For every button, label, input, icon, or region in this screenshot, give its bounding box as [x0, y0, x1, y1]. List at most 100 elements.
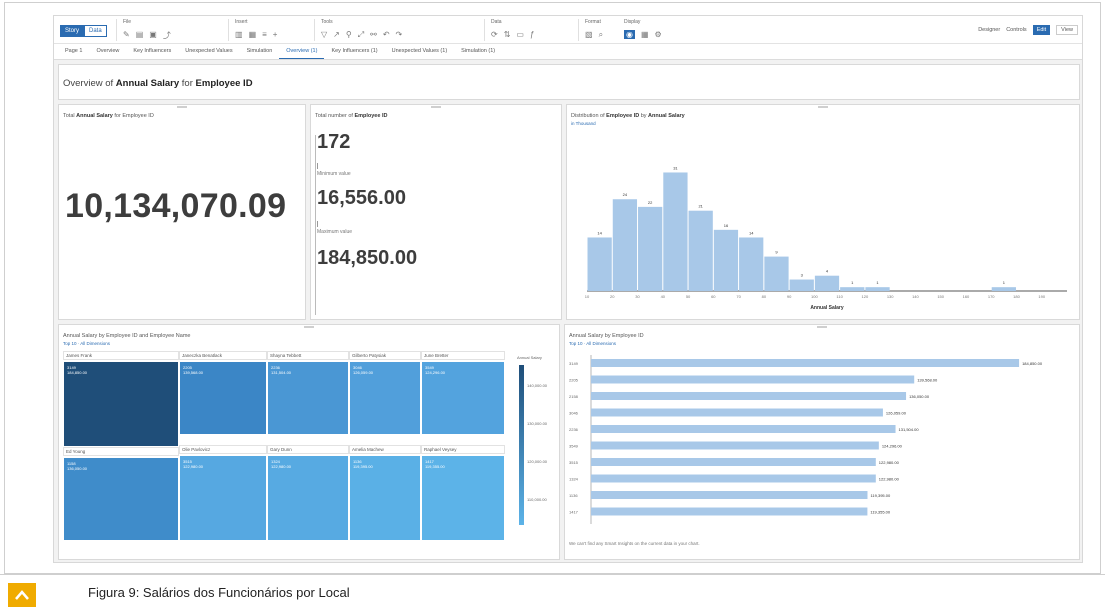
- insert-group-label: Insert: [235, 19, 248, 25]
- hbar-bar: [591, 458, 876, 466]
- bar-value-label: 3: [801, 273, 804, 278]
- histogram-bar: [764, 256, 789, 291]
- data-group-label: Data: [491, 19, 502, 25]
- drag-handle[interactable]: [304, 326, 314, 328]
- undo-icon[interactable]: ↶: [383, 30, 390, 40]
- x-tick-label: 90: [787, 294, 792, 299]
- settings-icon[interactable]: ⚙: [655, 30, 662, 39]
- add-icon[interactable]: +: [273, 30, 278, 39]
- hbar-bar: [591, 408, 883, 417]
- treemap-cell[interactable]: 2205 139,568.00: [179, 361, 267, 435]
- chevron-up-icon: [15, 590, 29, 600]
- treemap-cell-header: Gilberto Patysiak: [349, 351, 421, 360]
- designer-button[interactable]: Designer: [978, 27, 1000, 33]
- chart-subtitle: Top 10 · All Dimensions: [569, 341, 617, 346]
- text-icon[interactable]: ≡: [262, 30, 267, 39]
- hbar-bar: [591, 474, 876, 483]
- chart-icon[interactable]: ▥: [235, 30, 243, 39]
- treemap-cell-value: 1324 122,980.00: [271, 459, 292, 469]
- treemap-cell[interactable]: 1417 119,355.00: [421, 455, 505, 541]
- legend-title: Annual Salary: [517, 355, 542, 360]
- hbar-card[interactable]: Annual Salary by Employee ID Top 10 · Al…: [564, 324, 1080, 560]
- treemap-cell[interactable]: 3549 124,296.00: [421, 361, 505, 435]
- format-icon[interactable]: ▧: [585, 30, 593, 40]
- table-icon[interactable]: ▦: [249, 30, 257, 39]
- bar-value-label: 136,050.00: [909, 394, 930, 399]
- save-icon[interactable]: ▣: [149, 30, 157, 41]
- y-tick-label: 2236: [569, 427, 579, 432]
- scroll-up-button[interactable]: [8, 583, 36, 607]
- treemap-cell[interactable]: 3515 122,980.00: [179, 455, 267, 541]
- tick: [317, 221, 318, 227]
- treemap-cell[interactable]: 1136 119,395.00: [349, 455, 421, 541]
- grid-icon[interactable]: ▦: [641, 30, 649, 39]
- total-salary-card[interactable]: Total Annual Salary for Employee ID 10,1…: [58, 104, 306, 320]
- x-tick-label: 10: [585, 294, 590, 299]
- refresh-icon[interactable]: ⟳: [491, 30, 498, 39]
- x-tick-label: 60: [711, 294, 716, 299]
- story-mode-button[interactable]: Story: [60, 25, 85, 37]
- drag-handle[interactable]: [431, 106, 441, 108]
- formula-icon[interactable]: ƒ: [530, 30, 534, 39]
- bar-value-label: 1: [851, 280, 854, 285]
- x-tick-label: 170: [988, 294, 995, 299]
- filter-icon[interactable]: ▽: [321, 30, 327, 40]
- y-tick-label: 2158: [569, 394, 579, 399]
- tab-unexpected-values[interactable]: Unexpected Values: [178, 44, 239, 59]
- y-tick-label: 1324: [569, 477, 579, 482]
- view-mode-button[interactable]: View: [1056, 25, 1078, 35]
- histogram-bar: [688, 210, 713, 291]
- share-icon[interactable]: ⤴: [163, 30, 171, 41]
- bar-value-label: 119,395.00: [870, 493, 890, 498]
- title-prefix: Overview of: [63, 78, 116, 89]
- pointer-icon[interactable]: ↗: [333, 30, 340, 40]
- treemap-cell[interactable]: 3149 184,850.00: [63, 361, 179, 447]
- histogram-card[interactable]: Distribution of Employee ID by Annual Sa…: [566, 104, 1080, 320]
- insert-group: Insert ▥ ▦ ≡ +: [228, 19, 277, 41]
- bar-value-label: 9: [775, 250, 778, 255]
- tab-page-1[interactable]: Page 1: [58, 44, 89, 59]
- legend-tick: 110,000.00: [527, 497, 547, 502]
- search-icon[interactable]: ⌕: [599, 30, 603, 40]
- x-tick-label: 190: [1038, 294, 1045, 299]
- bar-value-label: 131,504.00: [899, 427, 920, 432]
- tab-simulation-1[interactable]: Simulation (1): [454, 44, 502, 59]
- tab-key-influencers[interactable]: Key Influencers: [126, 44, 178, 59]
- edit-mode-button[interactable]: Edit: [1032, 25, 1051, 35]
- smart-insights-icon[interactable]: ◉: [624, 30, 635, 39]
- copy-icon[interactable]: ▤: [136, 30, 144, 41]
- x-tick-label: 80: [762, 294, 767, 299]
- edit-icon[interactable]: ✎: [123, 30, 130, 41]
- tab-key-influencers-1[interactable]: Key Influencers (1): [324, 44, 384, 59]
- tab-simulation[interactable]: Simulation: [240, 44, 280, 59]
- histogram-bar: [814, 275, 840, 291]
- treemap-cell[interactable]: 1158 136,050.00: [63, 457, 179, 541]
- bar-value-label: 1: [876, 280, 879, 285]
- bar-value-label: 122,980.00: [879, 477, 900, 482]
- kpi-card[interactable]: Total number of Employee ID 172 Minimum …: [310, 104, 562, 320]
- histogram-bar: [713, 229, 739, 291]
- treemap-cell[interactable]: 3046 126,059.00: [349, 361, 421, 435]
- pin-icon[interactable]: ⚲: [346, 30, 352, 40]
- sort-icon[interactable]: ⇅: [504, 30, 511, 39]
- query-icon[interactable]: ▭: [516, 30, 524, 39]
- chart-subtitle: in Thousand: [571, 121, 596, 126]
- format-group-label: Format: [585, 19, 601, 25]
- tab-overview[interactable]: Overview: [89, 44, 126, 59]
- bar-value-label: 21: [698, 204, 703, 209]
- expand-icon[interactable]: ⤢: [358, 30, 364, 40]
- drag-handle[interactable]: [818, 106, 828, 108]
- redo-icon[interactable]: ↷: [396, 30, 403, 40]
- treemap-card[interactable]: Annual Salary by Employee ID and Employe…: [58, 324, 560, 560]
- view-mode: Designer Controls Edit View: [978, 25, 1078, 35]
- data-mode-button[interactable]: Data: [84, 25, 107, 37]
- drag-handle[interactable]: [177, 106, 187, 108]
- treemap-chart: James Frank 3149 184,850.00 Janeczka Benat…: [63, 351, 513, 557]
- drag-handle[interactable]: [817, 326, 827, 328]
- tab-unexpected-values-1[interactable]: Unexpected Values (1): [385, 44, 455, 59]
- controls-button[interactable]: Controls: [1006, 27, 1026, 33]
- tab-overview-1[interactable]: Overview (1): [279, 44, 325, 59]
- link-icon[interactable]: ⚯: [370, 30, 377, 40]
- treemap-cell[interactable]: 1324 122,980.00: [267, 455, 349, 541]
- treemap-cell[interactable]: 2236 131,504.00: [267, 361, 349, 435]
